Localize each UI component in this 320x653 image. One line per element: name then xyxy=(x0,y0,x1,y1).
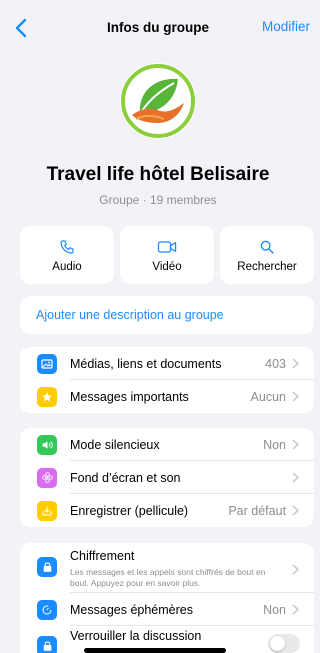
media-links-docs-row[interactable]: Médias, liens et documents 403 xyxy=(20,347,314,380)
group-name: Travel life hôtel Belisaire xyxy=(46,164,270,185)
media-links-docs-label: Médias, liens et documents xyxy=(70,356,222,371)
audio-call-button[interactable]: Audio xyxy=(20,226,114,284)
privacy-section: Chiffrement Les messages et les appels s… xyxy=(20,543,314,653)
edit-button[interactable]: Modifier xyxy=(262,19,310,34)
search-button[interactable]: Rechercher xyxy=(220,226,314,284)
star-icon xyxy=(37,386,57,407)
group-member-count: Groupe · 19 membres xyxy=(99,193,217,207)
encryption-row[interactable]: Chiffrement Les messages et les appels s… xyxy=(20,543,314,593)
phone-icon xyxy=(60,240,74,254)
wallpaper-sound-row[interactable]: Fond d’écran et son xyxy=(20,461,314,494)
search-label: Rechercher xyxy=(237,261,297,273)
disappearing-messages-row[interactable]: Messages éphémères Non xyxy=(20,593,314,626)
chevron-right-icon xyxy=(292,505,300,517)
chevron-right-icon xyxy=(292,472,300,484)
starred-messages-label: Messages importants xyxy=(70,389,189,404)
save-to-camera-roll-label: Enregistrer (pellicule) xyxy=(70,503,189,518)
video-call-button[interactable]: Vidéo xyxy=(120,226,214,284)
add-description-link[interactable]: Ajouter une description au groupe xyxy=(20,296,314,334)
home-indicator xyxy=(84,648,226,653)
lock-icon xyxy=(37,557,57,577)
group-avatar[interactable] xyxy=(120,63,196,139)
media-section: Médias, liens et documents 403 Messages … xyxy=(20,347,314,413)
disappearing-messages-value: Non xyxy=(263,602,286,617)
download-icon xyxy=(37,500,57,521)
save-to-camera-roll-row[interactable]: Enregistrer (pellicule) Par défaut xyxy=(20,494,314,527)
mute-row[interactable]: Mode silencieux Non xyxy=(20,428,314,461)
quick-actions: Audio Vidéo Rechercher xyxy=(20,226,314,284)
video-icon xyxy=(157,241,177,253)
chevron-right-icon xyxy=(292,358,300,370)
search-icon xyxy=(260,240,274,254)
mute-label: Mode silencieux xyxy=(70,437,160,452)
speaker-icon xyxy=(37,434,57,455)
chevron-right-icon xyxy=(292,563,300,575)
mute-value: Non xyxy=(263,437,286,452)
lock-chat-toggle[interactable] xyxy=(268,634,300,653)
save-to-camera-roll-value: Par défaut xyxy=(228,503,286,518)
toggle-knob xyxy=(270,636,285,651)
flower-icon xyxy=(37,467,57,488)
starred-messages-row[interactable]: Messages importants Aucun xyxy=(20,380,314,413)
wallpaper-sound-label: Fond d’écran et son xyxy=(70,470,181,485)
starred-messages-value: Aucun xyxy=(250,389,286,404)
lock-chat-icon xyxy=(37,636,57,653)
chevron-right-icon xyxy=(292,604,300,616)
timer-icon xyxy=(37,599,57,620)
chevron-right-icon xyxy=(292,439,300,451)
encryption-label: Chiffrement xyxy=(70,549,135,563)
chevron-right-icon xyxy=(292,391,300,403)
video-label: Vidéo xyxy=(152,261,182,273)
group-logo-image xyxy=(120,63,196,139)
disappearing-messages-label: Messages éphémères xyxy=(70,602,193,617)
navigation-bar: Infos du groupe Modifier xyxy=(0,0,316,56)
lock-chat-label: Verrouiller la discussion xyxy=(70,629,202,643)
photo-icon xyxy=(37,353,57,374)
audio-label: Audio xyxy=(52,261,82,273)
encryption-description: Les messages et les appels sont chiffrés… xyxy=(70,567,266,588)
settings-section: Mode silencieux Non Fond d’écran et son xyxy=(20,428,314,527)
media-count: 403 xyxy=(265,356,286,371)
